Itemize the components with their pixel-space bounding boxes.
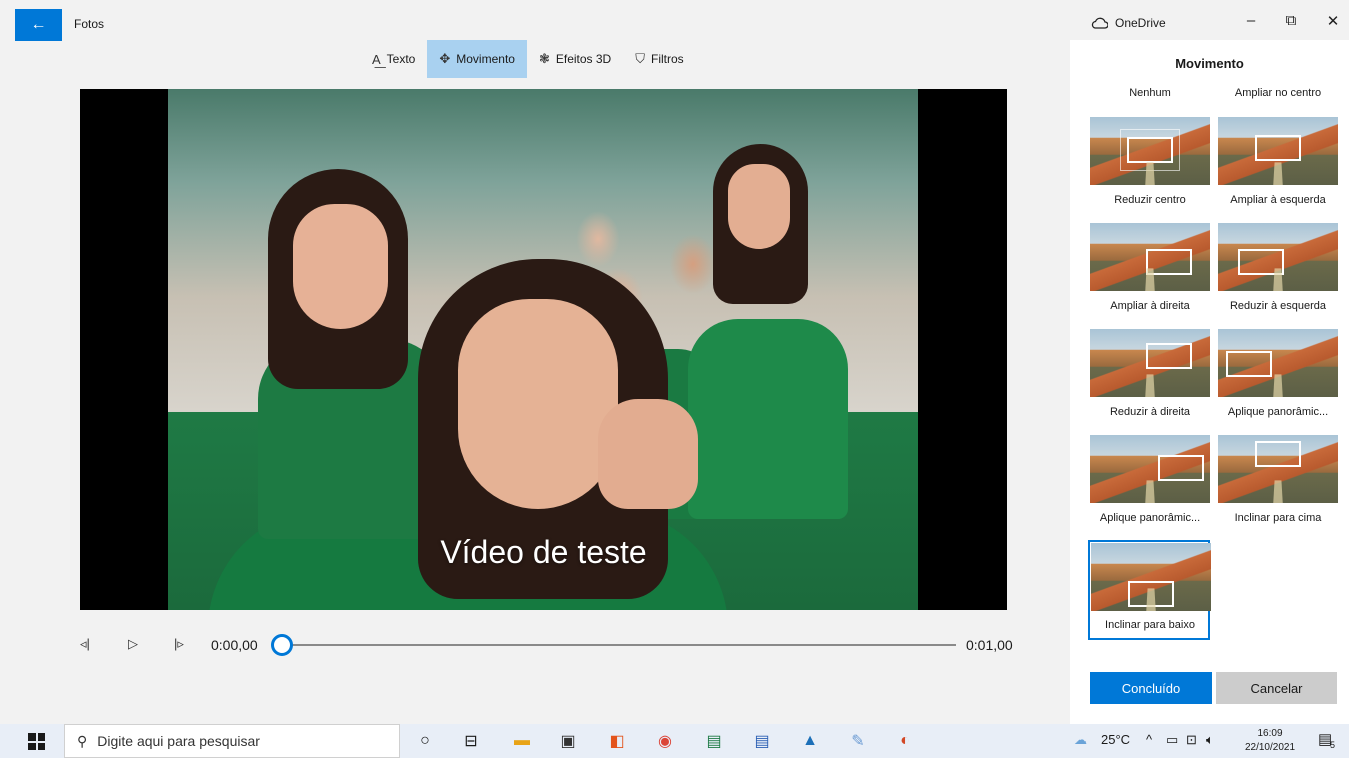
- clock-date: 22/10/2021: [1244, 742, 1296, 753]
- step-forward-icon[interactable]: |▹: [174, 636, 184, 652]
- arrow-left-icon: ←: [30, 16, 47, 33]
- notification-count: 5: [1330, 740, 1336, 750]
- motion-option-thumbnail[interactable]: [1090, 223, 1210, 291]
- search-placeholder: Digite aqui para pesquisar: [97, 733, 260, 749]
- word-icon[interactable]: ▤: [751, 731, 773, 751]
- seek-track[interactable]: [283, 644, 956, 646]
- seek-handle[interactable]: [271, 634, 293, 656]
- filters-icon: ⛉: [635, 51, 645, 66]
- option-label[interactable]: Reduzir à esquerda: [1214, 300, 1342, 312]
- tab-filtros[interactable]: ⛉ Filtros: [623, 40, 695, 78]
- editor-toolbar: A͟ Texto ✥ Movimento ❃ Efeitos 3D ⛉ Filt…: [360, 40, 696, 78]
- cancel-button[interactable]: Cancelar: [1216, 672, 1337, 704]
- playback-controls: ◃| ▷ |▹ 0:00,00 0:01,00: [80, 630, 1020, 660]
- option-label[interactable]: Reduzir à direita: [1086, 406, 1214, 418]
- motion-panel: Movimento Nenhum Ampliar no centro Reduz…: [1070, 40, 1349, 724]
- panel-title: Movimento: [1175, 56, 1244, 71]
- motion-option-thumbnail[interactable]: [1090, 117, 1210, 185]
- motion-option-thumbnail[interactable]: [1090, 329, 1210, 397]
- motion-icon: ✥: [439, 51, 451, 66]
- windows-start-icon[interactable]: [28, 733, 45, 750]
- tab-efeitos-3d[interactable]: ❃ Efeitos 3D: [527, 40, 623, 78]
- task-view-icon[interactable]: ⊟: [460, 731, 482, 751]
- option-label[interactable]: Ampliar no centro: [1214, 87, 1342, 99]
- volume-icon[interactable]: 🔈︎: [1206, 732, 1214, 748]
- minimize-button[interactable]: –: [1236, 12, 1266, 29]
- restore-button[interactable]: ⧉: [1276, 12, 1306, 29]
- effects-3d-icon: ❃: [538, 51, 550, 66]
- option-label[interactable]: Aplique panorâmic...: [1214, 406, 1342, 418]
- file-explorer-icon[interactable]: ▬: [511, 731, 533, 751]
- taskbar-clock[interactable]: 16:09 22/10/2021: [1241, 727, 1299, 755]
- tab-movimento[interactable]: ✥ Movimento: [427, 40, 527, 78]
- clock-time: 16:09: [1257, 728, 1283, 739]
- app-title: Fotos: [74, 17, 105, 31]
- battery-icon[interactable]: ▭: [1166, 732, 1178, 748]
- chrome-icon[interactable]: ◉: [654, 731, 676, 751]
- excel-icon[interactable]: ▤: [703, 731, 725, 751]
- back-button[interactable]: ←: [15, 9, 62, 41]
- office-icon[interactable]: ◧: [606, 731, 628, 751]
- taskbar-search[interactable]: ⚲ Digite aqui para pesquisar: [64, 724, 400, 758]
- motion-option-thumbnail[interactable]: [1090, 435, 1210, 503]
- motion-option-thumbnail[interactable]: [1218, 223, 1338, 291]
- option-label[interactable]: Aplique panorâmic...: [1086, 512, 1214, 524]
- motion-option-thumbnail[interactable]: [1091, 543, 1211, 611]
- option-label[interactable]: Ampliar à esquerda: [1214, 194, 1342, 206]
- onedrive-label: OneDrive: [1115, 16, 1166, 30]
- weather-icon[interactable]: ☁: [1074, 732, 1087, 748]
- total-time: 0:01,00: [966, 637, 1013, 653]
- done-button[interactable]: Concluído: [1090, 672, 1212, 704]
- play-icon[interactable]: ▷: [128, 636, 138, 652]
- tab-label: Movimento: [456, 52, 515, 66]
- title-bar: ← Fotos OneDrive – ⧉ ✕: [0, 0, 1349, 41]
- preview-photo: [168, 89, 918, 610]
- video-preview[interactable]: Vídeo de teste: [80, 89, 1007, 610]
- chevron-up-icon[interactable]: ^: [1146, 732, 1152, 747]
- text-icon: A͟: [372, 51, 381, 67]
- option-label[interactable]: Reduzir centro: [1086, 194, 1214, 206]
- weather-temp[interactable]: 25°C: [1101, 732, 1130, 747]
- photos-icon[interactable]: ▲: [799, 731, 821, 751]
- onedrive-button[interactable]: OneDrive: [1091, 16, 1166, 30]
- motion-option-thumbnail[interactable]: [1218, 117, 1338, 185]
- network-icon[interactable]: ⊡: [1186, 732, 1197, 748]
- option-label[interactable]: Nenhum: [1086, 87, 1214, 99]
- powerpoint-icon[interactable]: ◐: [894, 731, 916, 751]
- current-time: 0:00,00: [211, 637, 258, 653]
- search-icon: ⚲: [77, 732, 88, 749]
- tab-label: Efeitos 3D: [555, 52, 612, 66]
- close-button[interactable]: ✕: [1318, 12, 1348, 30]
- option-label[interactable]: Ampliar à direita: [1086, 300, 1214, 312]
- tab-label: Filtros: [650, 52, 684, 66]
- cloud-icon: [1091, 17, 1108, 29]
- paint-icon[interactable]: ✎: [847, 731, 869, 751]
- taskbar: ⚲ Digite aqui para pesquisar ○ ⊟ ▬ ▣ ◧ ◉…: [0, 724, 1349, 758]
- option-label[interactable]: Inclinar para baixo: [1086, 619, 1214, 631]
- motion-option-selected[interactable]: Inclinar para baixo: [1088, 540, 1211, 640]
- motion-option-thumbnail[interactable]: [1218, 329, 1338, 397]
- option-label[interactable]: Inclinar para cima: [1214, 512, 1342, 524]
- tab-label: Texto: [386, 52, 416, 66]
- cortana-icon[interactable]: ○: [414, 731, 436, 751]
- store-icon[interactable]: ▣: [557, 731, 579, 751]
- motion-option-thumbnail[interactable]: [1218, 435, 1338, 503]
- video-caption: Vídeo de teste: [440, 534, 647, 570]
- step-back-icon[interactable]: ◃|: [80, 636, 90, 652]
- tab-texto[interactable]: A͟ Texto: [360, 40, 427, 78]
